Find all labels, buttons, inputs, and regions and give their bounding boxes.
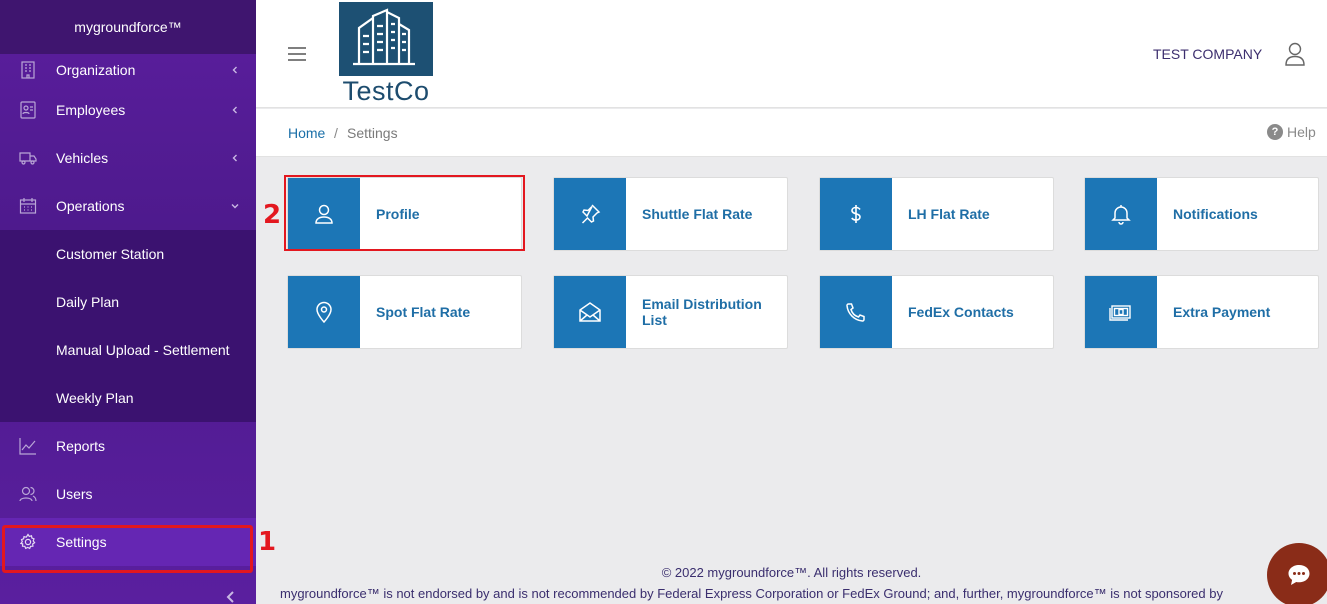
users-icon: [19, 486, 37, 502]
settings-card-shuttle-flat-rate[interactable]: Shuttle Flat Rate: [553, 177, 788, 251]
help-label: Help: [1287, 124, 1316, 140]
sidebar-item-employees[interactable]: Employees: [0, 86, 256, 134]
gear-icon: [19, 533, 36, 550]
card-label: Shuttle Flat Rate: [642, 206, 753, 222]
sidebar-item-organization[interactable]: Organization: [0, 54, 256, 86]
dollar-icon: [851, 205, 861, 223]
map-pin-icon: [316, 301, 332, 324]
card-label: Profile: [376, 206, 420, 222]
submenu-item-daily-plan[interactable]: Daily Plan: [0, 278, 256, 326]
sidebar-item-label: Employees: [56, 102, 126, 118]
user-icon: [315, 204, 333, 224]
hamburger-menu-icon[interactable]: [288, 46, 306, 62]
footer-copyright: © 2022 mygroundforce™. All rights reserv…: [661, 565, 922, 580]
breadcrumb-home-link[interactable]: Home: [288, 125, 325, 141]
card-icon-tile: [820, 178, 892, 250]
card-icon-tile: [1085, 276, 1157, 348]
settings-card-email-distribution-list[interactable]: Email Distribution List: [553, 275, 788, 349]
card-icon-tile: [288, 276, 360, 348]
submenu-item-manual-upload[interactable]: Manual Upload - Settlement: [0, 326, 256, 374]
user-account-icon[interactable]: [1285, 42, 1305, 66]
card-icon-tile: [820, 276, 892, 348]
envelope-icon: [579, 302, 601, 322]
bell-icon: [1111, 205, 1131, 225]
phone-icon: [846, 303, 865, 322]
card-label: Spot Flat Rate: [376, 304, 471, 320]
card-icon-tile: [554, 178, 626, 250]
settings-card-extra-payment[interactable]: Extra Payment: [1084, 275, 1319, 349]
brand-title: mygroundforce™: [0, 0, 256, 54]
money-bill-icon: [1109, 305, 1131, 321]
settings-card-profile[interactable]: Profile: [287, 177, 522, 251]
id-badge-icon: [20, 101, 36, 119]
sidebar-item-label: Reports: [56, 438, 106, 454]
chat-bubble-icon: [1288, 565, 1310, 585]
card-label: LH Flat Rate: [908, 206, 990, 222]
footer-disclaimer: mygroundforce™ is not endorsed by and is…: [280, 586, 1223, 601]
settings-card-lh-flat-rate[interactable]: LH Flat Rate: [819, 177, 1054, 251]
card-label: FedEx Contacts: [908, 304, 1014, 320]
help-link[interactable]: ? Help: [1267, 124, 1316, 140]
chevron-down-icon: [231, 204, 239, 209]
operations-submenu: Customer Station Daily Plan Manual Uploa…: [0, 230, 256, 422]
breadcrumb: Home / Settings ? Help: [256, 109, 1327, 157]
submenu-item-weekly-plan[interactable]: Weekly Plan: [0, 374, 256, 422]
company-logo: TestCo: [338, 2, 434, 106]
chevron-left-icon: [232, 106, 237, 114]
chevron-left-icon: [232, 154, 237, 162]
pushpin-icon: [581, 204, 601, 224]
sidebar-item-label: Settings: [56, 534, 107, 550]
settings-card-spot-flat-rate[interactable]: Spot Flat Rate: [287, 275, 522, 349]
chat-widget-button[interactable]: [1267, 543, 1327, 604]
sidebar-item-label: Vehicles: [56, 150, 109, 166]
annotation-number-2: 2: [263, 200, 282, 230]
truck-icon: [19, 152, 37, 165]
sidebar-item-label: Organization: [56, 62, 136, 78]
breadcrumb-current: Settings: [347, 125, 398, 141]
sidebar: mygroundforce™ Organization Employees Ve…: [0, 0, 256, 604]
top-header: TestCo TEST COMPANY: [256, 0, 1327, 108]
sidebar-item-vehicles[interactable]: Vehicles: [0, 134, 256, 182]
sidebar-item-operations[interactable]: Operations: [0, 182, 256, 230]
sidebar-item-settings[interactable]: Settings: [0, 518, 256, 566]
submenu-item-customer-station[interactable]: Customer Station: [0, 230, 256, 278]
collapse-sidebar-icon[interactable]: [224, 590, 238, 604]
card-icon-tile: [554, 276, 626, 348]
card-label: Email Distribution List: [642, 296, 762, 328]
sidebar-item-users[interactable]: Users: [0, 470, 256, 518]
logo-text: TestCo: [342, 76, 430, 106]
settings-card-fedex-contacts[interactable]: FedEx Contacts: [819, 275, 1054, 349]
sidebar-item-label: Users: [56, 486, 93, 502]
card-icon-tile: [1085, 178, 1157, 250]
question-circle-icon: ?: [1267, 124, 1283, 140]
logo-emblem: [339, 2, 433, 76]
breadcrumb-separator: /: [334, 125, 338, 141]
card-label: Notifications: [1173, 206, 1258, 222]
chevron-left-icon: [232, 66, 237, 74]
card-icon-tile: [288, 178, 360, 250]
sidebar-item-reports[interactable]: Reports: [0, 422, 256, 470]
sidebar-item-label: Operations: [56, 198, 125, 214]
company-name[interactable]: TEST COMPANY: [1153, 46, 1262, 62]
chart-line-icon: [19, 438, 36, 455]
card-label: Extra Payment: [1173, 304, 1271, 320]
calendar-icon: [19, 198, 37, 214]
settings-card-notifications[interactable]: Notifications: [1084, 177, 1319, 251]
annotation-number-1: 1: [258, 527, 277, 557]
building-icon: [21, 61, 35, 79]
